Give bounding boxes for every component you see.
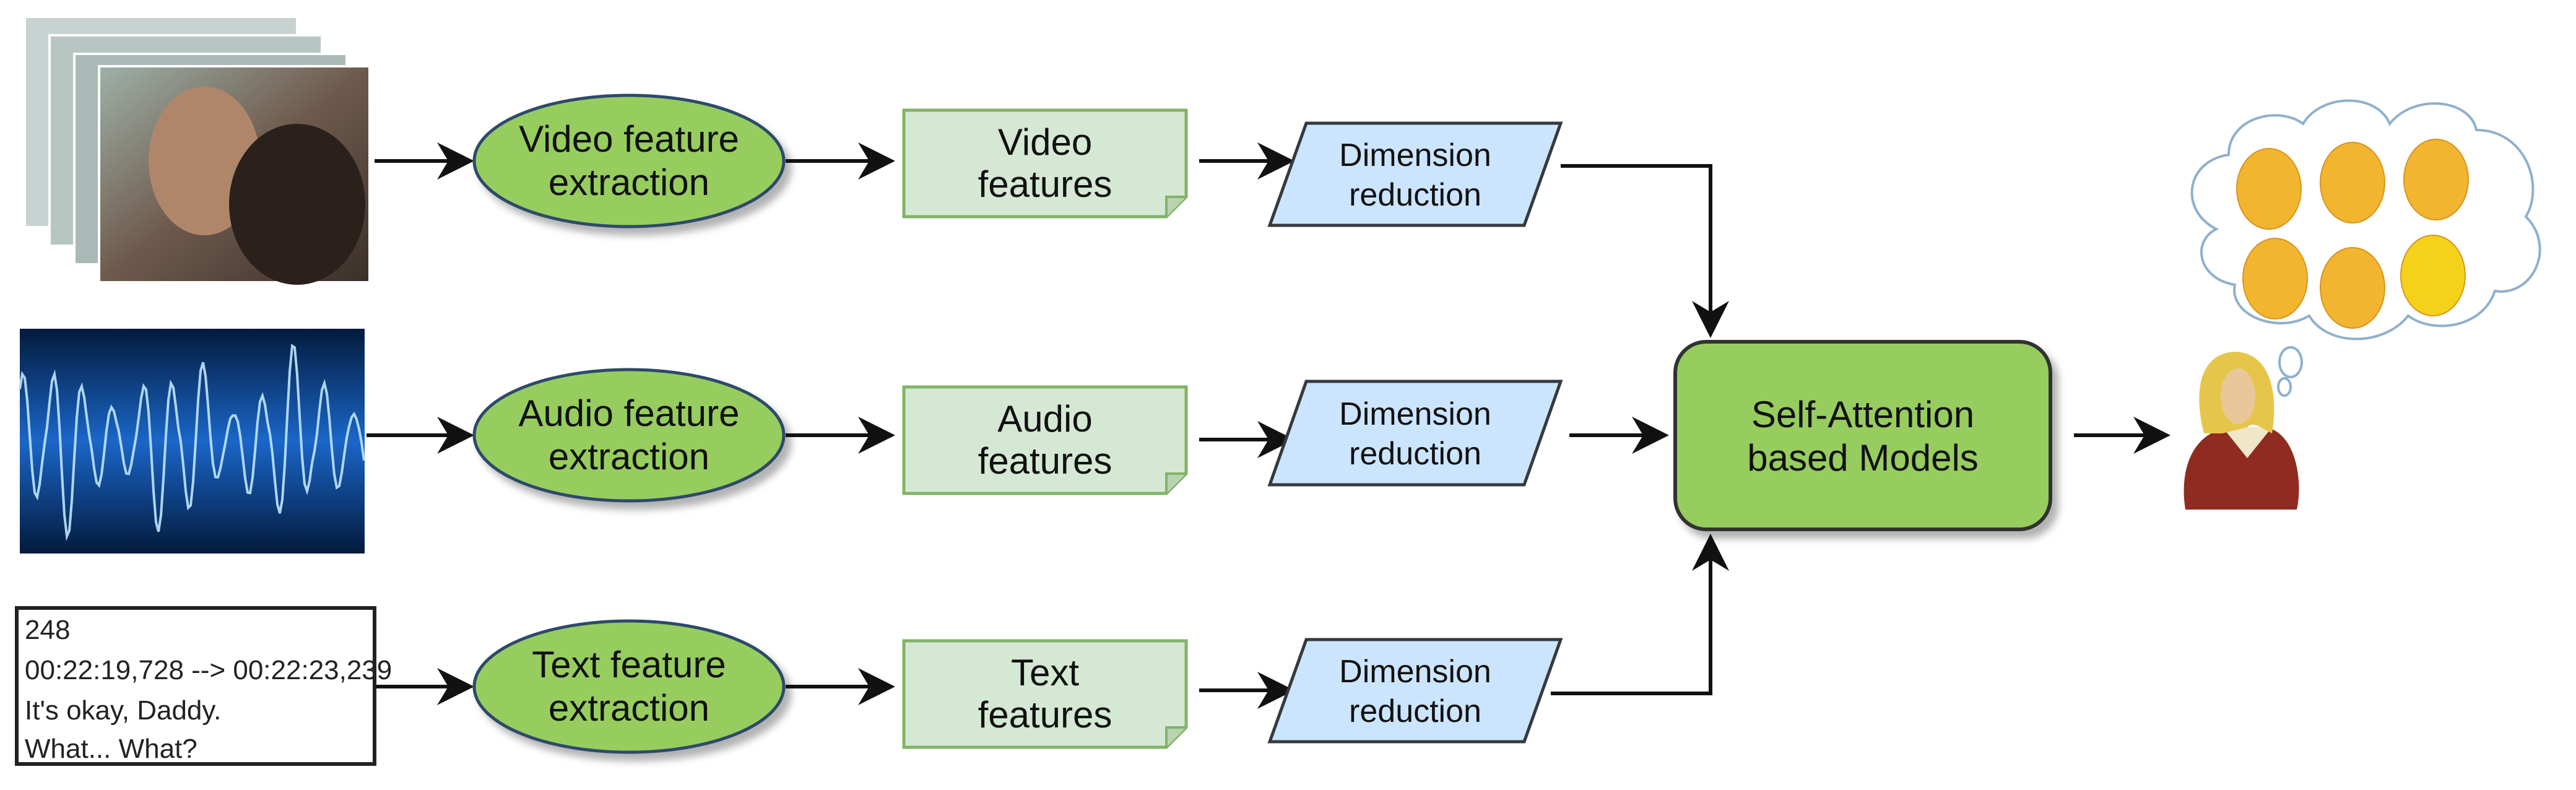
label: extraction bbox=[549, 162, 709, 203]
pipeline-diagram: 248 00:22:19,728 --> 00:22:23,239 It's o… bbox=[15, 15, 2541, 766]
arrow bbox=[1551, 534, 1729, 695]
label: Video feature bbox=[519, 118, 739, 160]
label: Dimension bbox=[1339, 654, 1491, 690]
subtitle-text-box: 248 00:22:19,728 --> 00:22:23,239 It's o… bbox=[15, 606, 392, 766]
audio-waveform-image bbox=[19, 329, 365, 553]
emoji-scared-icon bbox=[2242, 238, 2308, 319]
video-feature-extraction bbox=[472, 93, 786, 228]
label: extraction bbox=[549, 436, 709, 477]
video-frames-image bbox=[24, 15, 371, 285]
emoji-worried-icon bbox=[2403, 139, 2469, 220]
subtitle-line: 00:22:19,728 --> 00:22:23,239 bbox=[25, 655, 392, 685]
person-icon bbox=[2184, 352, 2299, 510]
label: Dimension bbox=[1339, 396, 1491, 432]
label: features bbox=[978, 440, 1112, 482]
label: Video bbox=[998, 121, 1092, 163]
label: Text feature bbox=[532, 644, 726, 685]
thought-cloud bbox=[2190, 99, 2541, 397]
label: features bbox=[978, 694, 1112, 736]
label: Dimension bbox=[1339, 137, 1491, 173]
subtitle-line: It's okay, Daddy. bbox=[25, 695, 221, 726]
label: reduction bbox=[1349, 436, 1481, 472]
label: Self-Attention bbox=[1751, 394, 1974, 435]
label: reduction bbox=[1349, 177, 1481, 213]
label: features bbox=[978, 163, 1112, 205]
audio-feature-extraction bbox=[472, 368, 786, 503]
label: Text bbox=[1011, 652, 1079, 693]
label: Audio feature bbox=[519, 393, 740, 434]
label: based Models bbox=[1747, 437, 1979, 479]
label: Audio bbox=[997, 398, 1092, 440]
subtitle-line: What... What? bbox=[25, 734, 197, 764]
self-attention-model-box bbox=[1673, 340, 2052, 531]
text-feature-extraction bbox=[472, 619, 786, 754]
emoji-laughing-icon bbox=[2236, 148, 2302, 230]
label: extraction bbox=[549, 687, 709, 729]
emoji-love-icon bbox=[2400, 235, 2466, 316]
subtitle-line: 248 bbox=[25, 615, 70, 645]
emoji-happy-icon bbox=[2320, 142, 2385, 224]
label: reduction bbox=[1349, 693, 1481, 729]
arrow bbox=[1561, 164, 1729, 338]
emoji-crying-icon bbox=[2320, 247, 2385, 329]
